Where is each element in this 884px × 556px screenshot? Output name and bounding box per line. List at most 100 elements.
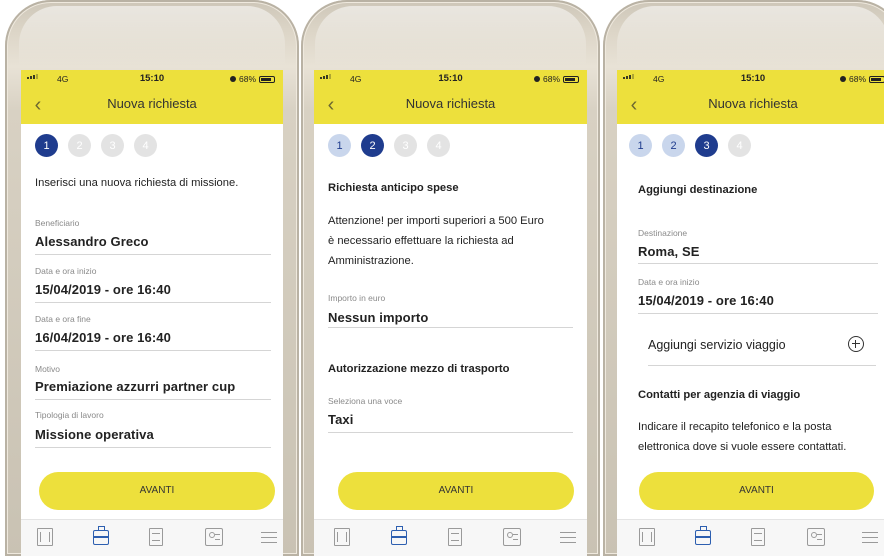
start-date-label: Data e ora inizio: [638, 277, 700, 287]
phone-bezel: [19, 6, 285, 66]
step-1[interactable]: 1: [35, 134, 58, 157]
page-title: Nuova richiesta: [708, 96, 798, 111]
document-icon[interactable]: [751, 528, 765, 546]
add-service-label[interactable]: Aggiungi servizio viaggio: [648, 336, 786, 355]
beneficiary-field[interactable]: Alessandro Greco: [35, 234, 149, 249]
tab-bar: [314, 519, 587, 556]
add-circle-icon[interactable]: [848, 336, 864, 352]
stepper: 1 2 3 4: [328, 134, 450, 157]
field-divider: [648, 365, 876, 366]
briefcase-icon[interactable]: [93, 526, 109, 545]
contacts-text-line: Indicare il recapito telefonico e la pos…: [638, 421, 832, 433]
briefcase-icon[interactable]: [391, 526, 407, 545]
warning-line: Attenzione! per importi superiori a 500 …: [328, 215, 544, 227]
menu-icon[interactable]: [862, 528, 878, 546]
step-3[interactable]: 3: [394, 134, 417, 157]
page-title: Nuova richiesta: [405, 96, 496, 111]
field-divider: [35, 302, 271, 303]
menu-icon[interactable]: [560, 528, 576, 546]
document-icon[interactable]: [448, 528, 462, 546]
nav-bar: ‹ Nuova richiesta: [617, 88, 884, 124]
book-icon[interactable]: [639, 528, 655, 546]
status-bar: 4G 15:10 68%: [21, 70, 283, 88]
step-2[interactable]: 2: [662, 134, 685, 157]
app-screen: 4G 15:10 68% ‹ Nuova richiesta 1 2 3 4 I…: [21, 70, 283, 556]
nav-bar: ‹ Nuova richiesta: [314, 88, 587, 124]
amount-label: Importo in euro: [328, 293, 386, 303]
moon-icon: [839, 76, 846, 82]
document-icon[interactable]: [149, 528, 163, 546]
battery-percent: 68%: [542, 74, 560, 84]
battery-percent: 68%: [238, 74, 256, 84]
work-type-field[interactable]: Missione operativa: [35, 427, 154, 442]
battery-icon: [563, 75, 579, 83]
field-divider: [35, 350, 271, 351]
avanti-button[interactable]: AVANTI: [639, 472, 874, 510]
field-divider: [638, 263, 878, 264]
step-3[interactable]: 3: [101, 134, 124, 157]
stepper: 1 2 3 4: [35, 134, 157, 157]
field-divider: [638, 313, 878, 314]
reason-field[interactable]: Premiazione azzurri partner cup: [35, 379, 235, 394]
battery-icon: [259, 75, 275, 83]
work-type-label: Tipologia di lavoro: [35, 410, 104, 420]
field-divider: [328, 327, 573, 328]
id-card-icon[interactable]: [205, 528, 223, 546]
contacts-text-line: elettronica dove si vuole essere contatt…: [638, 441, 847, 453]
step-1[interactable]: 1: [629, 134, 652, 157]
field-divider: [35, 447, 271, 448]
section-title: Contatti per agenzia di viaggio: [638, 389, 801, 401]
menu-icon[interactable]: [261, 528, 277, 546]
step-4[interactable]: 4: [427, 134, 450, 157]
status-bar: 4G 15:10 68%: [314, 70, 587, 88]
tab-bar: [617, 519, 884, 556]
phone-bezel: [617, 6, 884, 66]
battery-indicator: 68%: [839, 74, 884, 84]
step-4[interactable]: 4: [134, 134, 157, 157]
avanti-button[interactable]: AVANTI: [338, 472, 574, 510]
amount-field[interactable]: Nessun importo: [328, 310, 428, 325]
section-title: Aggiungi destinazione: [638, 184, 758, 196]
destination-field[interactable]: Roma, SE: [638, 244, 699, 259]
section-title: Autorizzazione mezzo di trasporto: [328, 363, 510, 375]
step-2[interactable]: 2: [361, 134, 384, 157]
battery-icon: [869, 75, 884, 83]
phone-bezel: [315, 6, 586, 66]
beneficiary-label: Beneficiario: [35, 218, 80, 228]
step-2[interactable]: 2: [68, 134, 91, 157]
tab-bar: [21, 519, 283, 556]
step-3[interactable]: 3: [695, 134, 718, 157]
warning-line: Amministrazione.: [328, 255, 414, 267]
id-card-icon[interactable]: [807, 528, 825, 546]
book-icon[interactable]: [37, 528, 53, 546]
start-date-field[interactable]: 15/04/2019 - ore 16:40: [35, 282, 171, 297]
battery-percent: 68%: [848, 74, 866, 84]
moon-icon: [533, 76, 540, 82]
battery-indicator: 68%: [229, 74, 275, 84]
intro-text: Inserisci una nuova richiesta di mission…: [35, 177, 239, 189]
phone-screen-1: 4G 15:10 68% ‹ Nuova richiesta 1 2 3 4 I…: [5, 0, 299, 556]
id-card-icon[interactable]: [503, 528, 521, 546]
avanti-button[interactable]: AVANTI: [39, 472, 275, 510]
nav-bar: ‹ Nuova richiesta: [21, 88, 283, 124]
field-divider: [328, 432, 573, 433]
start-date-field[interactable]: 15/04/2019 - ore 16:40: [638, 293, 774, 308]
transport-label: Seleziona una voce: [328, 396, 403, 406]
reason-label: Motivo: [35, 364, 61, 374]
page-title: Nuova richiesta: [107, 96, 197, 111]
section-title: Richiesta anticipo spese: [328, 182, 459, 194]
stepper: 1 2 3 4: [629, 134, 751, 157]
transport-select[interactable]: Taxi: [328, 412, 353, 427]
step-4[interactable]: 4: [728, 134, 751, 157]
book-icon[interactable]: [334, 528, 350, 546]
step-1[interactable]: 1: [328, 134, 351, 157]
field-divider: [35, 399, 271, 400]
field-divider: [35, 254, 271, 255]
warning-line: è necessario effettuare la richiesta ad: [328, 235, 514, 247]
app-screen: 4G 15:10 68% ‹ Nuova richiesta 1 2 3 4 A…: [617, 70, 884, 556]
phone-screen-3: 4G 15:10 68% ‹ Nuova richiesta 1 2 3 4 A…: [603, 0, 884, 556]
briefcase-icon[interactable]: [695, 526, 711, 545]
start-date-label: Data e ora inizio: [35, 266, 97, 276]
end-date-field[interactable]: 16/04/2019 - ore 16:40: [35, 330, 171, 345]
phone-screen-2: 4G 15:10 68% ‹ Nuova richiesta 1 2 3 4 R…: [301, 0, 600, 556]
